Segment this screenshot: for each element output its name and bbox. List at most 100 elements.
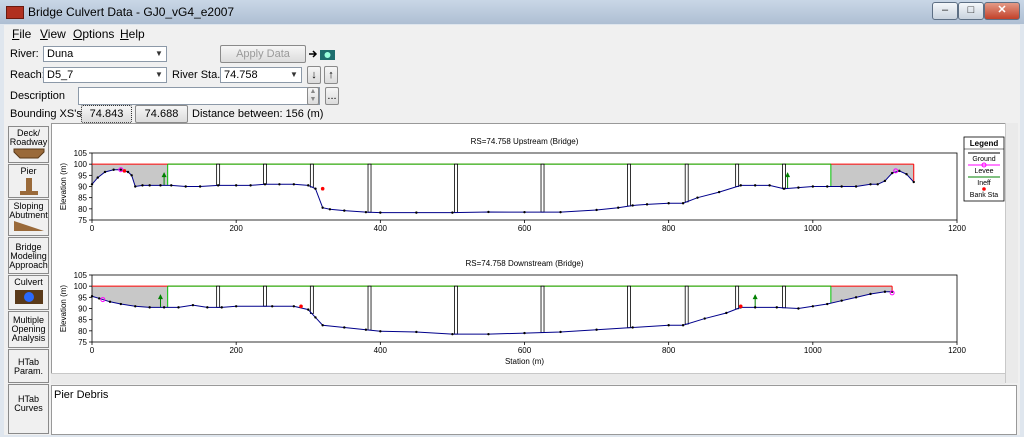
bounding-upstream-button[interactable]: 74.843 xyxy=(81,105,132,123)
cross-section-plot[interactable]: RS=74.758 Upstream (Bridge) Elevation (m)… xyxy=(51,123,1017,377)
legend-item-label: Levee xyxy=(974,168,993,175)
downstream-pier xyxy=(627,285,631,329)
upstream-ground-point xyxy=(134,185,137,188)
downstream-ground-point xyxy=(775,306,778,309)
downstream-ground-point xyxy=(148,306,151,309)
vertical-scrollbar[interactable] xyxy=(1005,123,1018,383)
river-select[interactable]: Duna ▼ xyxy=(43,46,167,62)
upstream-pier xyxy=(454,163,458,213)
description-field[interactable] xyxy=(78,87,320,105)
downstream-bank-station-marker xyxy=(299,304,303,309)
downstream-y-axis-label: Elevation (m) xyxy=(59,285,68,332)
downstream-x-tick-label: 400 xyxy=(374,346,388,355)
bounding-downstream-button[interactable]: 74.688 xyxy=(135,105,188,123)
downstream-ground-point xyxy=(681,324,685,327)
deck-roadway-button[interactable]: Deck/ Roadway xyxy=(8,126,49,163)
htab-param-button[interactable]: HTab Param. xyxy=(8,349,49,383)
minimize-button[interactable]: – xyxy=(932,2,958,20)
pier-button[interactable]: Pier xyxy=(8,164,49,198)
multiple-opening-button[interactable]: Multiple Opening Analysis xyxy=(8,311,49,348)
upstream-ground-point xyxy=(278,183,281,186)
upstream-ground-point xyxy=(631,204,634,207)
downstream-pier xyxy=(735,285,740,310)
menu-options[interactable]: Options xyxy=(73,27,114,41)
bridge-culvert-window: Bridge Culvert Data - GJ0_vG4_e2007 – □ … xyxy=(0,0,1024,437)
upstream-pier xyxy=(540,163,545,213)
upstream-ground-point xyxy=(328,208,332,211)
legend-title: Legend xyxy=(970,139,999,148)
upstream-ground-point xyxy=(126,170,130,174)
multiple-opening-label: Multiple Opening Analysis xyxy=(11,315,46,343)
upstream-ground-point xyxy=(451,211,454,214)
menu-view[interactable]: View xyxy=(40,27,66,41)
downstream-ground-point xyxy=(415,330,418,334)
bridge-modeling-approach-button[interactable]: Bridge Modeling Approach xyxy=(8,237,49,274)
upstream-ground-point xyxy=(184,185,187,188)
upstream-ground-point xyxy=(905,173,908,176)
downstream-deck-fill-left xyxy=(92,286,168,308)
menu-file[interactable]: File xyxy=(12,27,31,41)
upstream-chart-title: RS=74.758 Upstream (Bridge) xyxy=(471,137,579,146)
arrow-camera-icon[interactable] xyxy=(308,46,338,62)
close-button[interactable]: ✕ xyxy=(984,2,1020,20)
culvert-button[interactable]: Culvert xyxy=(8,275,49,310)
upstream-x-tick-label: 1000 xyxy=(804,224,822,233)
legend-item-label: Bank Sta xyxy=(970,192,999,199)
description-spinner[interactable]: ▲ ▼ xyxy=(307,87,319,105)
upstream-y-tick-label: 105 xyxy=(74,149,88,158)
bounding-label: Bounding XS's: xyxy=(10,108,85,120)
apply-data-button[interactable]: Apply Data xyxy=(220,45,306,63)
downstream-ground-point xyxy=(119,302,123,306)
upstream-ground-point xyxy=(148,184,151,187)
arrow-up-icon[interactable]: ↑ xyxy=(324,66,338,84)
upstream-ground-point xyxy=(826,185,829,188)
upstream-ground-point xyxy=(739,184,742,187)
downstream-ground-point xyxy=(98,297,101,300)
upstream-pier xyxy=(367,163,372,213)
downstream-ground-point xyxy=(854,296,858,299)
window-title: Bridge Culvert Data - GJ0_vG4_e2007 xyxy=(28,5,235,19)
downstream-x-tick-label: 800 xyxy=(662,346,676,355)
downstream-ground-point xyxy=(487,332,490,336)
river-label: River: xyxy=(10,48,39,60)
menu-help[interactable]: Help xyxy=(120,27,145,41)
river-sta-label: River Sta.: xyxy=(172,69,224,81)
reach-label: Reach: xyxy=(10,69,45,81)
maximize-button[interactable]: □ xyxy=(958,2,984,20)
upstream-ground-point xyxy=(343,209,346,212)
downstream-chart-title: RS=74.758 Downstream (Bridge) xyxy=(465,259,583,268)
upstream-x-tick-label: 800 xyxy=(662,224,676,233)
river-sta-select[interactable]: 74.758 ▼ xyxy=(220,67,302,83)
downstream-x-tick-label: 1000 xyxy=(804,346,822,355)
downstream-ground-point xyxy=(108,300,112,303)
reach-select[interactable]: D5_7 ▼ xyxy=(43,67,167,83)
downstream-bank-station-marker xyxy=(738,304,743,309)
horizontal-scrollbar[interactable] xyxy=(51,373,1005,384)
downstream-y-tick-label: 75 xyxy=(78,338,87,347)
chevron-down-icon: ▼ xyxy=(155,70,163,79)
downstream-ground-point xyxy=(134,305,137,308)
legend-item-label: Ground xyxy=(972,156,995,163)
upstream-ground-point xyxy=(595,208,598,212)
downstream-ground-line xyxy=(91,291,893,335)
upstream-pier xyxy=(782,163,786,190)
downstream-y-tick-label: 85 xyxy=(78,316,87,325)
deck-roadway-label: Deck/ Roadway xyxy=(9,128,48,147)
upstream-ground-point xyxy=(263,183,267,186)
downstream-y-tick-label: 80 xyxy=(78,327,87,336)
upstream-ground-point xyxy=(840,185,843,188)
htab-curves-button[interactable]: HTab Curves xyxy=(8,384,49,434)
downstream-ground-point xyxy=(379,330,382,333)
pier-icon xyxy=(19,178,38,195)
arrow-down-icon[interactable]: ↓ xyxy=(307,66,321,84)
description-more-button[interactable]: ... xyxy=(325,87,339,105)
sloping-abutment-button[interactable]: Sloping Abutment xyxy=(8,199,49,236)
downstream-ground-point xyxy=(343,326,346,329)
downstream-ground-point xyxy=(292,305,296,308)
bridge-modeling-label: Bridge Modeling Approach xyxy=(9,242,48,270)
downstream-y-tick-label: 105 xyxy=(74,271,88,280)
downstream-pier xyxy=(216,285,221,308)
river-sta-value: 74.758 xyxy=(224,69,258,81)
upstream-x-tick-label: 400 xyxy=(374,224,388,233)
upstream-y-tick-label: 85 xyxy=(78,194,87,203)
